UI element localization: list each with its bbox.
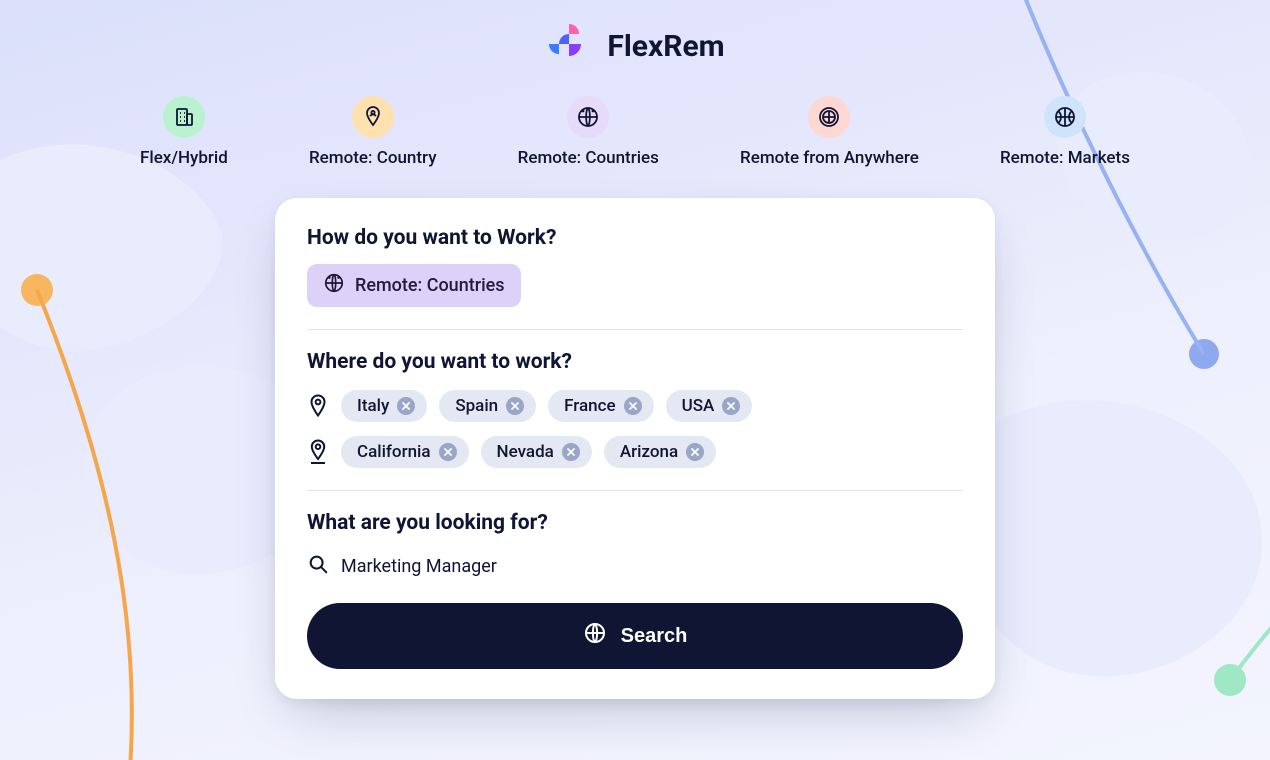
region-tag[interactable]: Arizona	[604, 436, 716, 468]
selected-mode-pill[interactable]: Remote: Countries	[307, 264, 521, 307]
category-label: Remote: Countries	[518, 148, 659, 168]
search-button[interactable]: Search	[307, 603, 963, 669]
remove-tag-icon[interactable]	[397, 397, 415, 415]
where-title: Where do you want to work?	[307, 350, 963, 374]
country-tag[interactable]: Italy	[341, 390, 427, 422]
brand-name: FlexRem	[607, 29, 724, 64]
globe-solid-icon	[808, 96, 850, 138]
tag-label: USA	[682, 396, 715, 416]
remove-tag-icon[interactable]	[686, 443, 704, 461]
category-row: Flex/Hybrid Remote: Country Remote: Coun…	[0, 70, 1270, 168]
remove-tag-icon[interactable]	[624, 397, 642, 415]
remove-tag-icon[interactable]	[439, 443, 457, 461]
basketball-icon	[1044, 96, 1086, 138]
region-tag[interactable]: California	[341, 436, 469, 468]
country-tag[interactable]: USA	[666, 390, 753, 422]
pin-person-icon	[352, 96, 394, 138]
tag-label: Spain	[455, 396, 498, 416]
brand-logo-icon	[545, 22, 593, 70]
country-tag[interactable]: Spain	[439, 390, 536, 422]
how-title: How do you want to Work?	[307, 226, 963, 250]
category-label: Flex/Hybrid	[140, 148, 228, 168]
tag-label: Arizona	[620, 442, 678, 462]
region-tag-row: California Nevada Arizona	[307, 436, 963, 468]
globe-pins-icon	[323, 272, 345, 299]
country-tag-row: Italy Spain France USA	[307, 390, 963, 422]
selected-mode-label: Remote: Countries	[355, 275, 505, 296]
category-label: Remote: Country	[309, 148, 437, 168]
category-remote-country[interactable]: Remote: Country	[309, 96, 437, 168]
search-button-label: Search	[621, 625, 688, 648]
remove-tag-icon[interactable]	[562, 443, 580, 461]
search-icon	[307, 553, 329, 579]
country-tag[interactable]: France	[548, 390, 653, 422]
category-flex-hybrid[interactable]: Flex/Hybrid	[140, 96, 228, 168]
tag-label: France	[564, 396, 615, 416]
category-label: Remote: Markets	[1000, 148, 1130, 168]
globe-icon	[583, 621, 607, 651]
remove-tag-icon[interactable]	[506, 397, 524, 415]
tag-label: Nevada	[497, 442, 554, 462]
brand-header: FlexRem	[0, 0, 1270, 70]
category-remote-countries[interactable]: Remote: Countries	[518, 96, 659, 168]
remove-tag-icon[interactable]	[722, 397, 740, 415]
pin-icon	[307, 393, 329, 419]
pin-underline-icon	[307, 439, 329, 465]
building-icon	[163, 96, 205, 138]
globe-pins-icon	[567, 96, 609, 138]
query-input[interactable]	[341, 556, 963, 577]
divider	[307, 329, 963, 330]
divider	[307, 490, 963, 491]
category-label: Remote from Anywhere	[740, 148, 919, 168]
category-remote-markets[interactable]: Remote: Markets	[1000, 96, 1130, 168]
tag-label: California	[357, 442, 431, 462]
search-card: How do you want to Work? Remote: Countri…	[275, 198, 995, 699]
category-remote-anywhere[interactable]: Remote from Anywhere	[740, 96, 919, 168]
query-row	[307, 549, 963, 589]
region-tag[interactable]: Nevada	[481, 436, 592, 468]
tag-label: Italy	[357, 396, 389, 416]
what-title: What are you looking for?	[307, 511, 963, 535]
